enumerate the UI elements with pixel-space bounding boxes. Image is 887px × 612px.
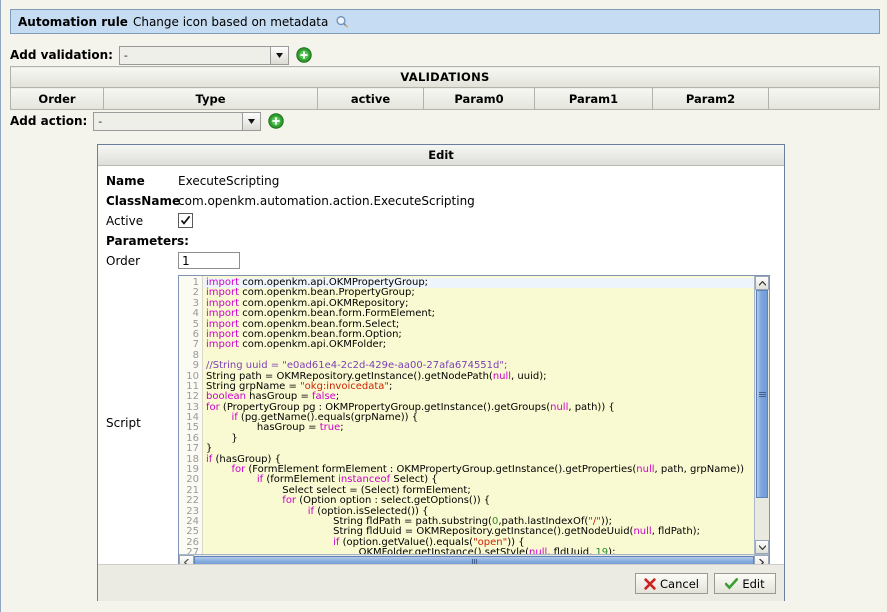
edit-panel-body: Name ExecuteScripting ClassName com.open… <box>98 166 784 601</box>
order-input[interactable]: 1 <box>178 252 240 269</box>
add-action-row: Add action: - <box>10 109 284 133</box>
automation-rule-label: Automation rule <box>18 14 128 29</box>
grip-icon <box>758 391 766 397</box>
vertical-scroll-track[interactable] <box>755 290 769 540</box>
classname-value: com.openkm.automation.action.ExecuteScri… <box>178 193 475 208</box>
add-validation-button[interactable] <box>296 47 312 63</box>
automation-rule-header: Automation rule Change icon based on met… <box>10 9 880 34</box>
column-header-param2[interactable]: Param2 <box>652 87 769 110</box>
green-check-icon <box>725 577 739 590</box>
vertical-scroll-thumb[interactable] <box>756 290 768 498</box>
edit-panel: Edit Name ExecuteScripting ClassName com… <box>97 144 785 601</box>
chevron-down-icon <box>242 112 261 130</box>
chevron-down-icon <box>758 544 766 550</box>
line-number: 4 <box>192 308 199 320</box>
name-label: Name <box>106 173 145 188</box>
column-header-param0[interactable]: Param0 <box>423 87 535 110</box>
line-number: 27 <box>186 547 199 554</box>
validations-title-row: VALIDATIONS <box>10 66 880 88</box>
code-line: import com.openkm.bean.form.FormElement; <box>206 308 436 320</box>
add-validation-select[interactable]: - <box>118 45 289 65</box>
field-row-active: Active <box>106 212 776 229</box>
field-row-classname: ClassName com.openkm.automation.action.E… <box>106 192 776 209</box>
add-action-selected-value: - <box>98 114 103 128</box>
check-icon <box>180 215 191 225</box>
red-x-icon <box>644 577 656 590</box>
code-text-area[interactable]: import com.openkm.api.OKMPropertyGroup; i… <box>203 276 769 554</box>
add-validation-row: Add validation: - <box>10 43 312 67</box>
active-label: Active <box>106 213 144 228</box>
code-line: //String uuid = "e0ad61e4-2c2d-429e-aa00… <box>206 360 508 372</box>
edit-button[interactable]: Edit <box>714 573 776 594</box>
script-code-editor[interactable]: 1 2 3 4 5 6 7 8 9 10 11 12 13 14 15 16 17 18 19 20 21 22 23 24 2… <box>178 275 770 571</box>
parameters-label: Parameters: <box>106 234 189 248</box>
code-line: import com.openkm.api.OKMFolder; <box>206 339 387 351</box>
column-header-actions <box>768 87 880 110</box>
cancel-button[interactable]: Cancel <box>635 573 708 594</box>
column-header-param1[interactable]: Param1 <box>534 87 653 110</box>
column-header-order[interactable]: Order <box>10 87 104 110</box>
name-value: ExecuteScripting <box>178 173 280 188</box>
order-label: Order <box>106 253 141 268</box>
add-action-button[interactable] <box>268 113 284 129</box>
field-row-order: Order 1 <box>106 252 776 269</box>
code-line: } <box>206 432 238 444</box>
cancel-button-label: Cancel <box>660 576 699 591</box>
add-validation-label: Add validation: <box>10 48 113 62</box>
validations-header-row: Order Type active Param0 Param1 Param2 <box>10 87 880 110</box>
validations-title: VALIDATIONS <box>10 66 880 88</box>
field-row-script: Script 1 2 3 4 5 6 7 8 9 10 11 12 13 14 15 16 17 18 19 20 21… <box>106 275 776 571</box>
automation-rule-page: Automation rule Change icon based on met… <box>0 0 887 612</box>
vertical-scrollbar[interactable] <box>754 276 769 554</box>
chevron-up-icon <box>758 280 766 286</box>
classname-label: ClassName <box>106 193 181 208</box>
line-number: 9 <box>192 360 199 372</box>
add-validation-selected-value: - <box>123 48 128 62</box>
script-label: Script <box>106 416 141 430</box>
code-line: hasGroup = true; <box>206 422 344 434</box>
scroll-down-button[interactable] <box>755 540 769 554</box>
active-checkbox[interactable] <box>178 213 193 228</box>
add-action-label: Add action: <box>10 114 88 128</box>
validations-table: VALIDATIONS Order Type active Param0 Par… <box>10 66 880 110</box>
edit-panel-buttons: Cancel Edit <box>635 573 776 594</box>
chevron-down-icon <box>269 46 288 64</box>
column-header-type[interactable]: Type <box>103 87 318 110</box>
line-number-gutter: 1 2 3 4 5 6 7 8 9 10 11 12 13 14 15 16 17 18 19 20 21 22 23 24 2… <box>179 276 203 554</box>
field-row-name: Name ExecuteScripting <box>106 172 776 189</box>
code-viewport: 1 2 3 4 5 6 7 8 9 10 11 12 13 14 15 16 17 18 19 20 21 22 23 24 2… <box>179 276 769 554</box>
code-line: } <box>206 443 213 455</box>
automation-rule-name: Change icon based on metadata <box>132 14 329 29</box>
code-line: OKMFolder.getInstance().setStyle(null, f… <box>206 547 616 554</box>
edit-panel-title: Edit <box>98 145 784 166</box>
column-header-active[interactable]: active <box>317 87 424 110</box>
edit-button-label: Edit <box>742 576 765 591</box>
scroll-up-button[interactable] <box>755 276 769 290</box>
magnifier-edit-icon[interactable] <box>335 15 349 29</box>
add-action-select[interactable]: - <box>93 111 262 131</box>
